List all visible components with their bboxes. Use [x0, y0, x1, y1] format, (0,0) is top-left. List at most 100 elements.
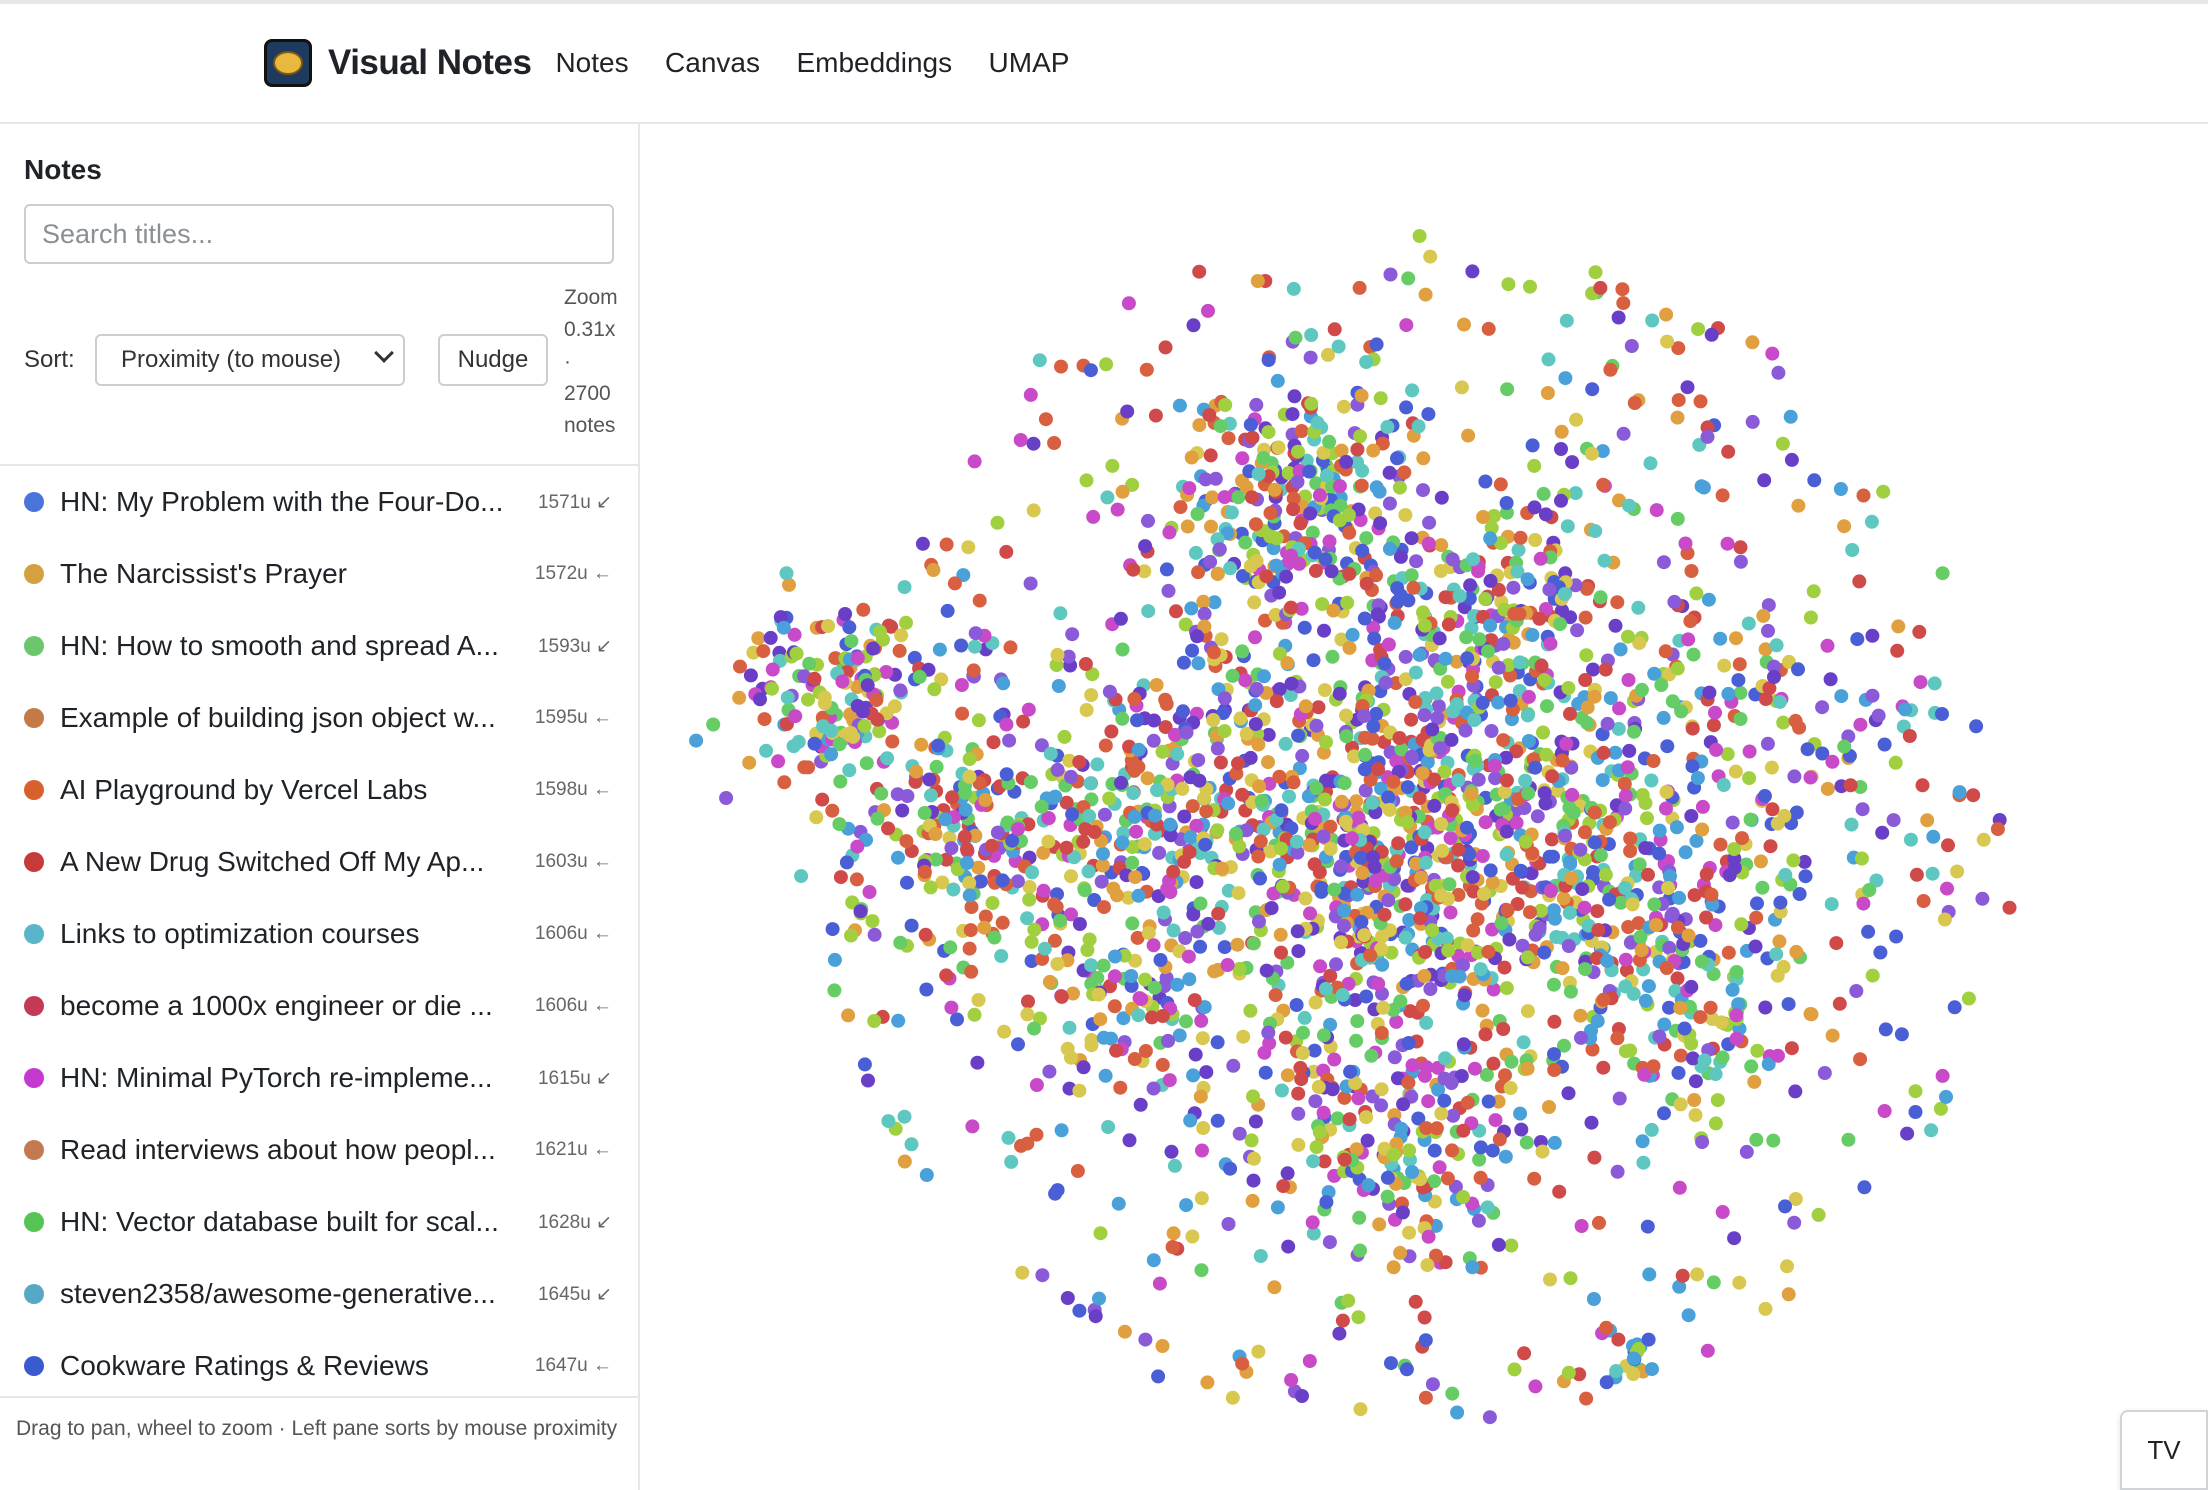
note-point[interactable]: [1658, 644, 1673, 659]
note-point[interactable]: [1706, 1275, 1721, 1290]
note-point[interactable]: [1201, 916, 1216, 931]
note-point[interactable]: [1729, 1008, 1744, 1023]
note-point[interactable]: [1422, 515, 1437, 530]
note-point[interactable]: [1416, 605, 1430, 620]
note-point[interactable]: [809, 810, 824, 825]
note-point[interactable]: [1148, 408, 1163, 423]
note-point[interactable]: [1543, 883, 1558, 898]
note-point[interactable]: [1023, 387, 1038, 402]
note-point[interactable]: [1621, 629, 1635, 644]
note-point[interactable]: [1554, 442, 1568, 456]
note-point[interactable]: [1399, 976, 1414, 991]
note-point[interactable]: [1612, 1091, 1627, 1106]
note-point[interactable]: [1256, 822, 1271, 837]
note-point[interactable]: [1298, 699, 1313, 714]
note-point[interactable]: [1131, 760, 1146, 774]
note-point[interactable]: [1685, 1051, 1700, 1066]
note-point[interactable]: [1952, 785, 1967, 800]
note-point[interactable]: [1769, 638, 1784, 653]
note-point[interactable]: [1244, 1133, 1259, 1148]
note-point[interactable]: [1170, 747, 1185, 762]
note-point[interactable]: [1335, 1313, 1350, 1328]
note-point[interactable]: [1704, 327, 1719, 342]
note-point[interactable]: [895, 803, 910, 818]
note-point[interactable]: [1441, 943, 1456, 958]
note-point[interactable]: [1059, 840, 1074, 855]
note-point[interactable]: [1543, 636, 1558, 651]
note-point[interactable]: [955, 706, 970, 721]
note-point[interactable]: [1500, 382, 1515, 397]
note-point[interactable]: [1023, 775, 1038, 790]
note-point[interactable]: [1577, 825, 1592, 840]
note-point[interactable]: [1337, 776, 1352, 791]
note-point[interactable]: [1438, 1051, 1453, 1066]
note-point[interactable]: [1555, 961, 1570, 976]
note-point[interactable]: [965, 1119, 980, 1134]
note-point[interactable]: [1047, 436, 1062, 450]
note-point[interactable]: [990, 515, 1005, 530]
note-point[interactable]: [1309, 781, 1324, 796]
note-point[interactable]: [1544, 832, 1559, 847]
note-point[interactable]: [1732, 657, 1747, 672]
note-point[interactable]: [967, 639, 982, 654]
note-point[interactable]: [1729, 965, 1744, 979]
note-point[interactable]: [1425, 722, 1440, 737]
note-point[interactable]: [1345, 627, 1360, 642]
note-point[interactable]: [1042, 974, 1057, 989]
note-point[interactable]: [1553, 617, 1567, 632]
note-point[interactable]: [874, 786, 889, 801]
note-point[interactable]: [1434, 888, 1449, 903]
note-point[interactable]: [1412, 791, 1427, 805]
note-point[interactable]: [1450, 1405, 1465, 1420]
note-point[interactable]: [1193, 896, 1208, 911]
note-point[interactable]: [1888, 755, 1903, 770]
note-point[interactable]: [1217, 940, 1232, 955]
note-point[interactable]: [1438, 651, 1453, 666]
note-point[interactable]: [838, 607, 853, 621]
note-point[interactable]: [1419, 1015, 1434, 1030]
note-point[interactable]: [1611, 310, 1626, 325]
note-point[interactable]: [1627, 396, 1642, 410]
note-point[interactable]: [1302, 1354, 1317, 1368]
note-point[interactable]: [1417, 1310, 1432, 1325]
note-point[interactable]: [1729, 631, 1743, 646]
note-point[interactable]: [1871, 708, 1886, 723]
note-point[interactable]: [1253, 1249, 1268, 1263]
note-point[interactable]: [1683, 614, 1698, 629]
note-point[interactable]: [1758, 1301, 1773, 1316]
note-point[interactable]: [1106, 881, 1121, 896]
note-point[interactable]: [1405, 383, 1420, 398]
note-point[interactable]: [1317, 683, 1332, 698]
note-point[interactable]: [1093, 1012, 1108, 1027]
note-point[interactable]: [1054, 1123, 1069, 1138]
note-point[interactable]: [1416, 451, 1431, 466]
note-point[interactable]: [1920, 813, 1935, 828]
note-point[interactable]: [1268, 988, 1283, 1003]
note-point[interactable]: [967, 1007, 982, 1022]
note-point[interactable]: [1787, 769, 1802, 784]
note-point[interactable]: [1940, 881, 1954, 896]
note-point[interactable]: [1072, 1083, 1087, 1098]
note-point[interactable]: [1662, 940, 1677, 955]
note-point[interactable]: [1483, 863, 1498, 878]
note-point[interactable]: [1552, 1184, 1567, 1199]
note-point[interactable]: [1276, 1179, 1291, 1194]
note-point[interactable]: [1432, 631, 1447, 646]
note-point[interactable]: [1215, 861, 1229, 876]
note-point[interactable]: [869, 693, 884, 707]
note-point[interactable]: [1903, 832, 1918, 847]
note-point[interactable]: [1620, 760, 1635, 775]
note-point[interactable]: [1104, 724, 1119, 739]
note-point[interactable]: [1776, 715, 1791, 730]
note-point[interactable]: [1351, 1091, 1366, 1106]
note-point[interactable]: [926, 563, 941, 577]
note-point[interactable]: [1206, 645, 1221, 660]
note-point[interactable]: [827, 983, 842, 998]
note-point[interactable]: [1671, 1065, 1686, 1080]
note-point[interactable]: [1559, 736, 1574, 751]
note-point[interactable]: [844, 928, 858, 943]
note-point[interactable]: [1697, 1053, 1712, 1068]
note-point[interactable]: [1156, 905, 1171, 920]
note-point[interactable]: [1373, 391, 1388, 406]
note-point[interactable]: [1537, 945, 1552, 960]
